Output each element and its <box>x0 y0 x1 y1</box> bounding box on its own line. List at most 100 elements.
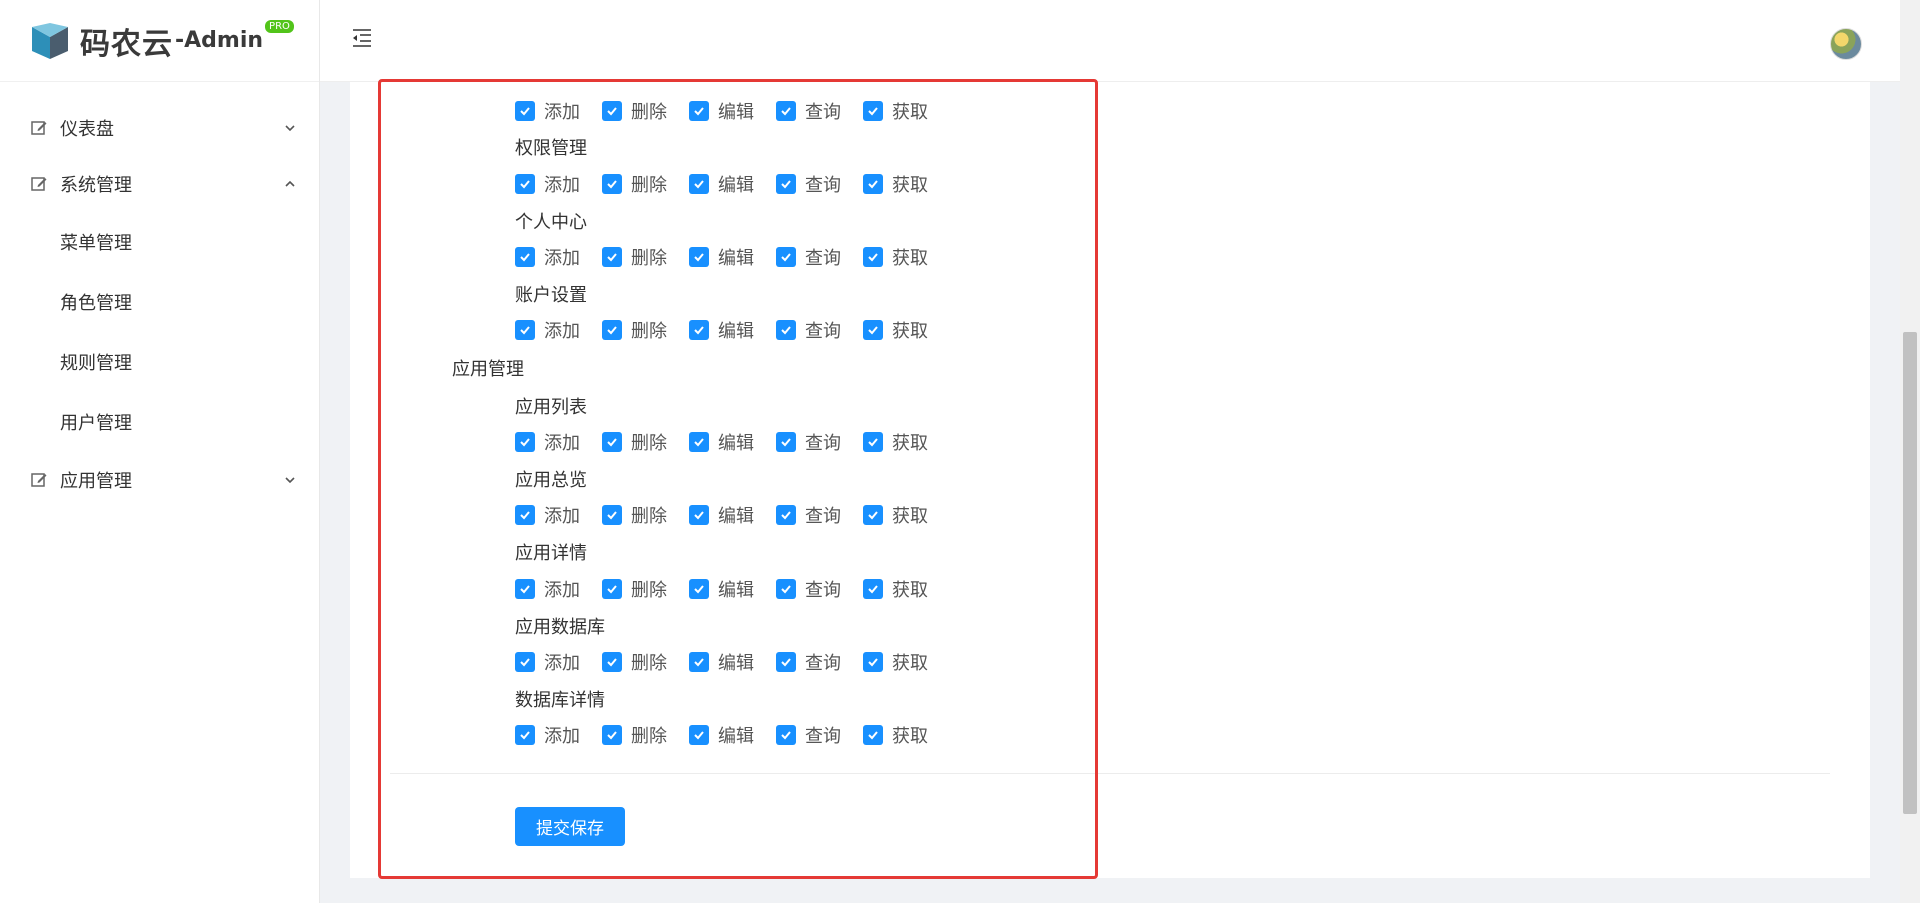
checkbox-checked-icon[interactable] <box>863 652 883 672</box>
permission-checkbox[interactable]: 编辑 <box>689 429 754 455</box>
permission-checkbox[interactable]: 添加 <box>515 649 580 675</box>
permission-checkbox[interactable]: 添加 <box>515 98 580 124</box>
checkbox-checked-icon[interactable] <box>776 579 796 599</box>
checkbox-checked-icon[interactable] <box>689 579 709 599</box>
permission-checkbox[interactable]: 获取 <box>863 317 928 343</box>
permission-checkbox[interactable]: 查询 <box>776 722 841 748</box>
sidebar-item-user-manage[interactable]: 用户管理 <box>0 392 319 452</box>
permission-checkbox[interactable]: 添加 <box>515 722 580 748</box>
checkbox-checked-icon[interactable] <box>689 652 709 672</box>
permission-checkbox[interactable]: 添加 <box>515 576 580 602</box>
checkbox-checked-icon[interactable] <box>689 320 709 340</box>
permission-checkbox[interactable]: 编辑 <box>689 722 754 748</box>
permission-checkbox[interactable]: 获取 <box>863 244 928 270</box>
checkbox-checked-icon[interactable] <box>602 725 622 745</box>
permission-checkbox[interactable]: 删除 <box>602 722 667 748</box>
permission-checkbox[interactable]: 删除 <box>602 576 667 602</box>
checkbox-checked-icon[interactable] <box>863 505 883 525</box>
permission-checkbox[interactable]: 编辑 <box>689 649 754 675</box>
checkbox-checked-icon[interactable] <box>602 247 622 267</box>
submit-save-button[interactable]: 提交保存 <box>515 807 625 846</box>
permission-checkbox[interactable]: 添加 <box>515 244 580 270</box>
checkbox-checked-icon[interactable] <box>515 652 535 672</box>
checkbox-checked-icon[interactable] <box>689 725 709 745</box>
permission-checkbox[interactable]: 获取 <box>863 429 928 455</box>
checkbox-checked-icon[interactable] <box>515 579 535 599</box>
checkbox-checked-icon[interactable] <box>776 174 796 194</box>
permission-checkbox[interactable]: 删除 <box>602 171 667 197</box>
sidebar-item-rule-manage[interactable]: 规则管理 <box>0 332 319 392</box>
checkbox-checked-icon[interactable] <box>602 101 622 121</box>
checkbox-checked-icon[interactable] <box>776 320 796 340</box>
avatar[interactable] <box>1830 28 1862 60</box>
permission-checkbox[interactable]: 获取 <box>863 502 928 528</box>
permission-checkbox[interactable]: 查询 <box>776 317 841 343</box>
checkbox-checked-icon[interactable] <box>863 174 883 194</box>
checkbox-checked-icon[interactable] <box>515 174 535 194</box>
permission-checkbox[interactable]: 查询 <box>776 576 841 602</box>
checkbox-checked-icon[interactable] <box>602 505 622 525</box>
permission-checkbox[interactable]: 添加 <box>515 317 580 343</box>
checkbox-checked-icon[interactable] <box>602 174 622 194</box>
permission-checkbox[interactable]: 查询 <box>776 98 841 124</box>
checkbox-checked-icon[interactable] <box>863 247 883 267</box>
checkbox-checked-icon[interactable] <box>689 505 709 525</box>
permission-checkbox[interactable]: 查询 <box>776 502 841 528</box>
checkbox-checked-icon[interactable] <box>515 725 535 745</box>
checkbox-checked-icon[interactable] <box>776 101 796 121</box>
permission-checkbox[interactable]: 查询 <box>776 244 841 270</box>
checkbox-checked-icon[interactable] <box>863 579 883 599</box>
checkbox-checked-icon[interactable] <box>515 101 535 121</box>
checkbox-checked-icon[interactable] <box>863 320 883 340</box>
checkbox-checked-icon[interactable] <box>515 320 535 340</box>
sidebar-item-dashboard[interactable]: 仪表盘 <box>0 100 319 156</box>
checkbox-checked-icon[interactable] <box>776 432 796 452</box>
permission-checkbox[interactable]: 删除 <box>602 244 667 270</box>
permission-checkbox[interactable]: 添加 <box>515 502 580 528</box>
permission-checkbox[interactable]: 查询 <box>776 649 841 675</box>
permission-checkbox[interactable]: 编辑 <box>689 98 754 124</box>
checkbox-checked-icon[interactable] <box>689 101 709 121</box>
checkbox-checked-icon[interactable] <box>776 505 796 525</box>
sidebar-item-app-manage[interactable]: 应用管理 <box>0 452 319 508</box>
checkbox-checked-icon[interactable] <box>602 432 622 452</box>
checkbox-checked-icon[interactable] <box>689 432 709 452</box>
permission-checkbox[interactable]: 获取 <box>863 171 928 197</box>
permission-checkbox[interactable]: 获取 <box>863 722 928 748</box>
permission-checkbox[interactable]: 删除 <box>602 98 667 124</box>
checkbox-checked-icon[interactable] <box>515 505 535 525</box>
scrollbar[interactable] <box>1900 0 1920 903</box>
checkbox-checked-icon[interactable] <box>602 579 622 599</box>
permission-checkbox[interactable]: 编辑 <box>689 502 754 528</box>
permission-checkbox[interactable]: 编辑 <box>689 171 754 197</box>
checkbox-checked-icon[interactable] <box>515 247 535 267</box>
checkbox-checked-icon[interactable] <box>515 432 535 452</box>
sidebar-item-role-manage[interactable]: 角色管理 <box>0 272 319 332</box>
permission-checkbox[interactable]: 添加 <box>515 171 580 197</box>
checkbox-checked-icon[interactable] <box>776 652 796 672</box>
checkbox-checked-icon[interactable] <box>863 725 883 745</box>
brand-logo[interactable]: 码农云 -Admin PRO <box>0 0 319 82</box>
sidebar-item-menu-manage[interactable]: 菜单管理 <box>0 212 319 272</box>
permission-checkbox[interactable]: 删除 <box>602 502 667 528</box>
permission-checkbox[interactable]: 删除 <box>602 649 667 675</box>
checkbox-checked-icon[interactable] <box>602 652 622 672</box>
permission-checkbox[interactable]: 添加 <box>515 429 580 455</box>
permission-checkbox[interactable]: 删除 <box>602 429 667 455</box>
checkbox-checked-icon[interactable] <box>776 725 796 745</box>
permission-checkbox[interactable]: 获取 <box>863 98 928 124</box>
checkbox-checked-icon[interactable] <box>863 101 883 121</box>
sidebar-item-system[interactable]: 系统管理 <box>0 156 319 212</box>
checkbox-checked-icon[interactable] <box>776 247 796 267</box>
checkbox-checked-icon[interactable] <box>602 320 622 340</box>
permission-checkbox[interactable]: 获取 <box>863 649 928 675</box>
permission-checkbox[interactable]: 查询 <box>776 171 841 197</box>
checkbox-checked-icon[interactable] <box>689 174 709 194</box>
permission-checkbox[interactable]: 编辑 <box>689 576 754 602</box>
checkbox-checked-icon[interactable] <box>863 432 883 452</box>
menu-fold-icon[interactable] <box>350 26 374 50</box>
scrollbar-thumb[interactable] <box>1903 332 1917 814</box>
permission-checkbox[interactable]: 删除 <box>602 317 667 343</box>
permission-checkbox[interactable]: 编辑 <box>689 317 754 343</box>
permission-checkbox[interactable]: 获取 <box>863 576 928 602</box>
